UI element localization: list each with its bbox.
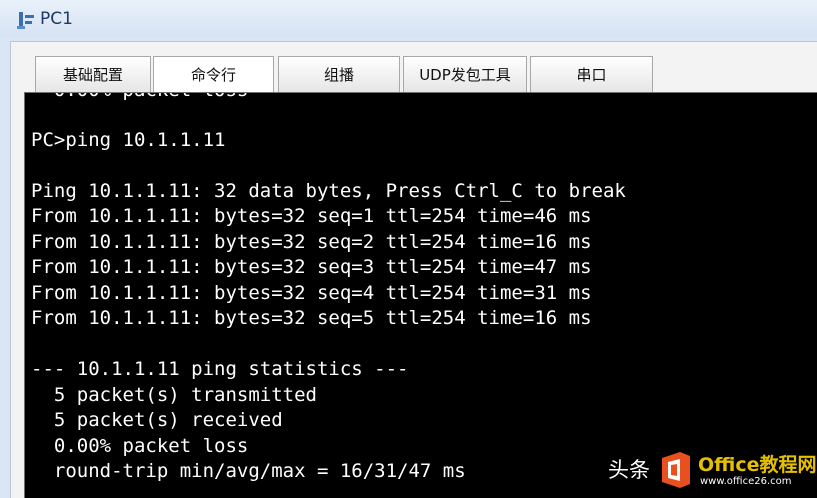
terminal-line: 0.00% packet loss	[31, 435, 249, 457]
tab-udp-tool[interactable]: UDP发包工具	[403, 56, 527, 92]
tab-multicast[interactable]: 组播	[278, 56, 400, 92]
terminal-line: 0.00% packet loss	[31, 93, 248, 101]
terminal-line: PC>ping 10.1.1.11	[31, 129, 226, 151]
terminal-line: --- 10.1.1.11 ping statistics ---	[31, 358, 409, 380]
watermark-prefix: 头条	[608, 458, 650, 482]
terminal-line: Ping 10.1.1.11: 32 data bytes, Press Ctr…	[31, 180, 626, 202]
terminal-line: From 10.1.1.11: bytes=32 seq=2 ttl=254 t…	[31, 231, 592, 253]
terminal-line: From 10.1.1.11: bytes=32 seq=5 ttl=254 t…	[31, 307, 592, 329]
watermark-url: www.office26.com	[700, 476, 792, 487]
pc-app-icon	[17, 12, 34, 29]
terminal-line: From 10.1.1.11: bytes=32 seq=1 ttl=254 t…	[31, 205, 592, 227]
window-title: PC1	[40, 9, 73, 29]
terminal-line: From 10.1.1.11: bytes=32 seq=4 ttl=254 t…	[31, 282, 592, 304]
terminal-line: From 10.1.1.11: bytes=32 seq=3 ttl=254 t…	[31, 256, 592, 278]
terminal-line: round-trip min/avg/max = 16/31/47 ms	[31, 460, 466, 482]
tab-serial-port[interactable]: 串口	[530, 56, 653, 92]
title-bar[interactable]: PC1	[0, 0, 817, 38]
watermark-name: Office教程网	[698, 454, 817, 476]
watermark: 头条 Office教程网 www.office26.com	[606, 442, 817, 498]
command-terminal[interactable]: 0.00% packet loss PC>ping 10.1.1.11 Ping…	[24, 92, 817, 498]
terminal-line: 5 packet(s) transmitted	[31, 384, 317, 406]
tab-basic-config[interactable]: 基础配置	[35, 56, 151, 92]
office-logo-icon	[662, 452, 690, 488]
terminal-line: 5 packet(s) received	[31, 409, 283, 431]
pc1-window: PC1 基础配置 命令行 组播 UDP发包工具 串口 0.00% packet …	[0, 0, 817, 498]
tab-command-line[interactable]: 命令行	[153, 56, 274, 92]
